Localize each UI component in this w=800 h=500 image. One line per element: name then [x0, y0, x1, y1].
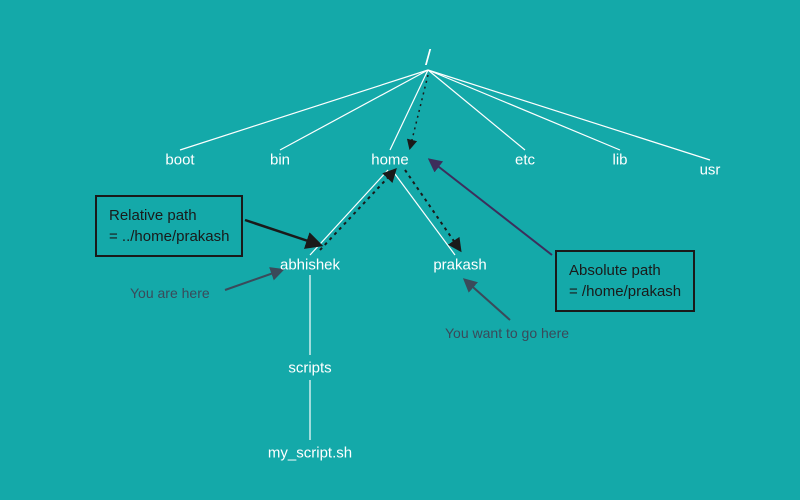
node-bin: bin [270, 152, 290, 169]
node-myscript: my_script.sh [268, 445, 352, 462]
relative-path-box: Relative path = ../home/prakash [95, 195, 243, 257]
node-root: / [425, 45, 431, 71]
node-lib: lib [612, 152, 627, 169]
relative-path-line2: = ../home/prakash [109, 226, 229, 247]
node-usr: usr [700, 162, 721, 179]
node-home: home [371, 152, 409, 169]
node-scripts: scripts [288, 360, 331, 377]
node-abhishek: abhishek [280, 257, 340, 274]
relative-path-line1: Relative path [109, 205, 229, 226]
node-prakash: prakash [433, 257, 486, 274]
absolute-path-line2: = /home/prakash [569, 281, 681, 302]
absolute-path-box: Absolute path = /home/prakash [555, 250, 695, 312]
node-etc: etc [515, 152, 535, 169]
you-want-label: You want to go here [445, 325, 569, 341]
node-boot: boot [165, 152, 194, 169]
absolute-path-line1: Absolute path [569, 260, 681, 281]
you-are-here-label: You are here [130, 285, 210, 301]
